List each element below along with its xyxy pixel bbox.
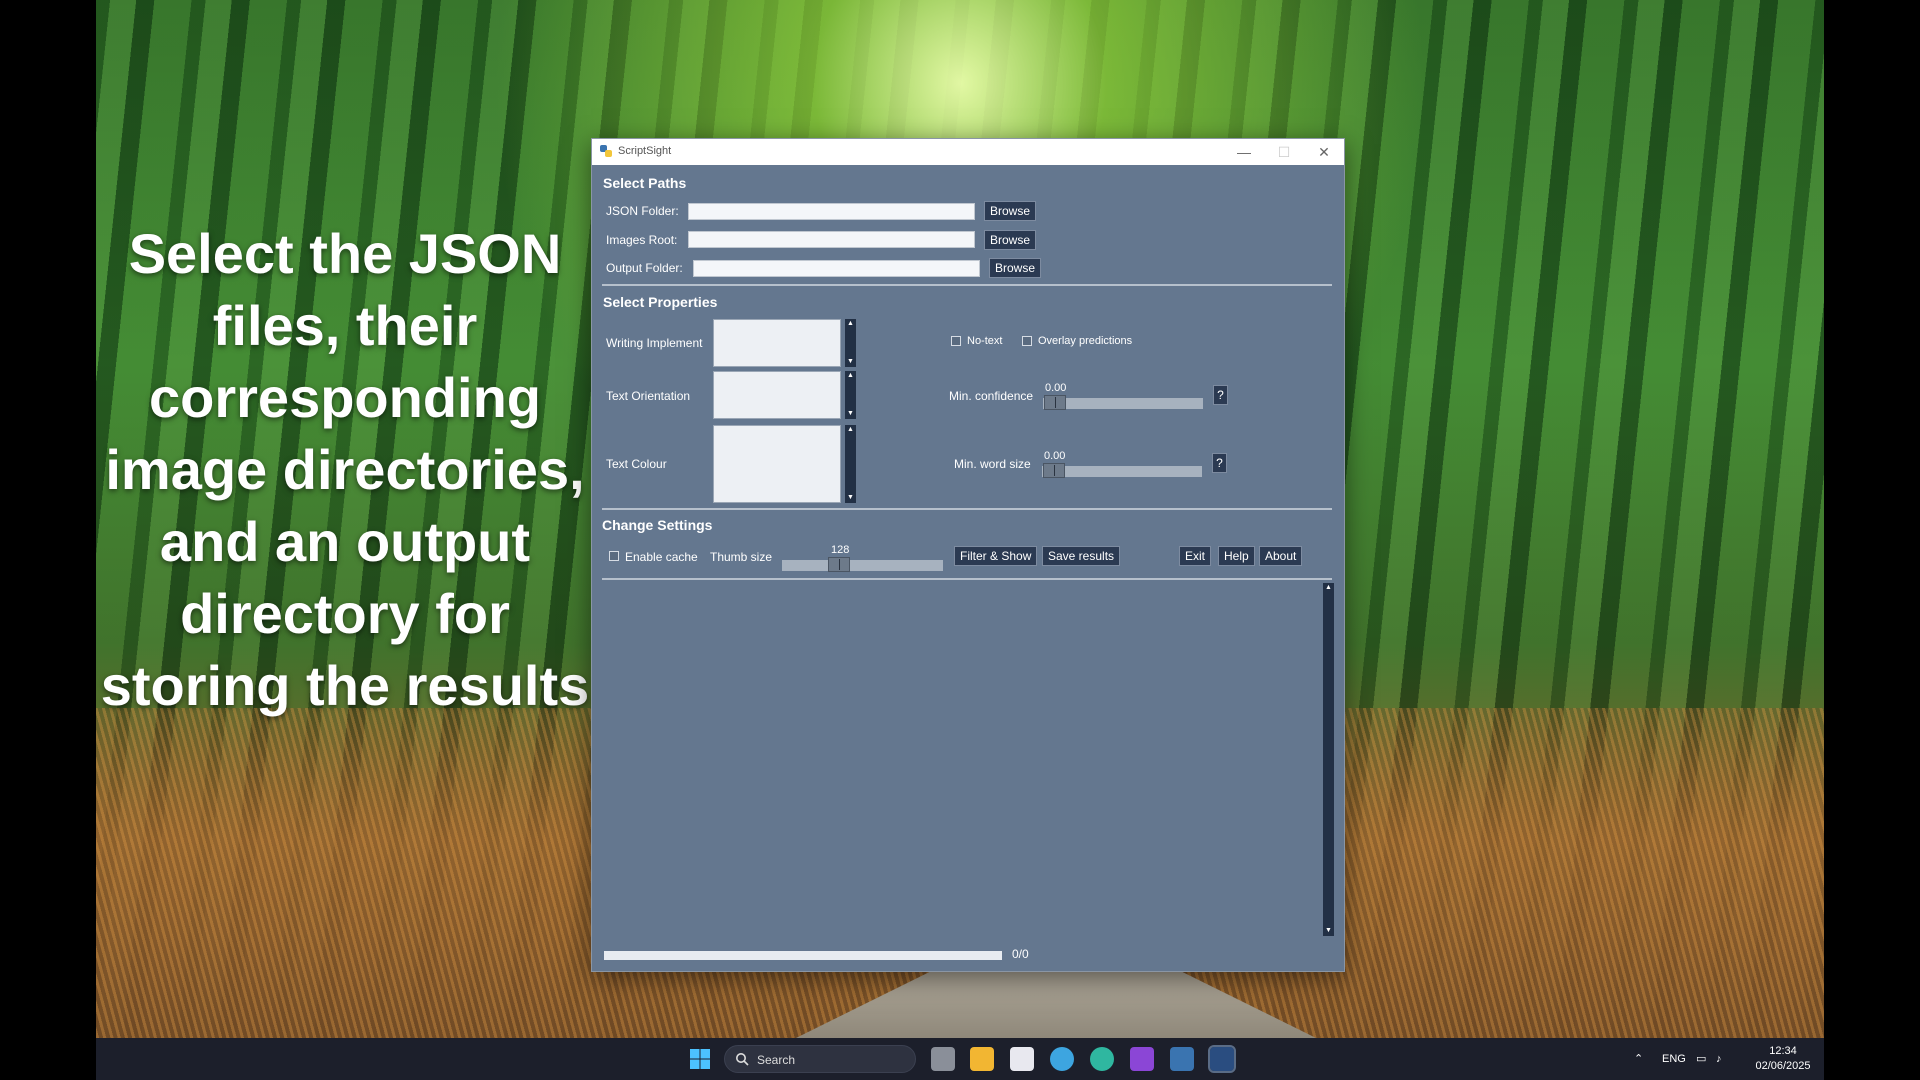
- no-text-checkbox[interactable]: [951, 336, 961, 346]
- tutorial-caption: Select the JSON files, their correspondi…: [100, 222, 590, 717]
- scroll-down-icon[interactable]: ▼: [1323, 926, 1334, 936]
- writing-implement-listbox[interactable]: [713, 319, 841, 367]
- scroll-up-icon[interactable]: ▲: [845, 425, 856, 435]
- scroll-up-icon[interactable]: ▲: [845, 371, 856, 381]
- json-browse-button[interactable]: Browse: [984, 201, 1037, 221]
- results-canvas[interactable]: [604, 583, 1324, 936]
- separator: [602, 284, 1332, 286]
- json-folder-label: JSON Folder:: [606, 204, 679, 218]
- thumb-size-slider[interactable]: [782, 557, 943, 572]
- window-title: ScriptSight: [618, 145, 672, 157]
- taskbar: Search ⌃ ENG ▭ ♪ 12:34 02/06/2025: [96, 1038, 1824, 1080]
- separator: [602, 578, 1332, 580]
- clock-date: 02/06/2025: [1755, 1060, 1811, 1072]
- close-button[interactable]: ✕: [1304, 139, 1344, 165]
- scroll-up-icon[interactable]: ▲: [1323, 583, 1334, 593]
- text-orientation-scrollbar[interactable]: ▲ ▼: [845, 371, 856, 419]
- python-logo-icon: [600, 145, 612, 157]
- scriptsight-window: ScriptSight — ☐ ✕ Select Paths JSON Fold…: [591, 138, 1345, 972]
- file-explorer-icon[interactable]: [970, 1047, 994, 1071]
- help-button[interactable]: Help: [1218, 546, 1255, 566]
- filter-show-button[interactable]: Filter & Show: [954, 546, 1038, 566]
- language-indicator[interactable]: ENG: [1662, 1038, 1686, 1080]
- separator: [602, 508, 1332, 510]
- scroll-up-icon[interactable]: ▲: [845, 319, 856, 329]
- min-confidence-help-button[interactable]: ?: [1213, 385, 1228, 405]
- min-word-size-help-button[interactable]: ?: [1212, 453, 1227, 473]
- enable-cache-label: Enable cache: [625, 550, 698, 564]
- scroll-down-icon[interactable]: ▼: [845, 357, 856, 367]
- progress-bar: [604, 951, 1002, 960]
- taskbar-clock[interactable]: 12:34 02/06/2025: [1748, 1044, 1818, 1074]
- json-folder-input[interactable]: [688, 203, 975, 220]
- store-icon[interactable]: [1010, 1047, 1034, 1071]
- change-settings-heading: Change Settings: [602, 517, 713, 533]
- min-confidence-label: Min. confidence: [949, 389, 1034, 403]
- thumb-size-value: 128: [831, 544, 850, 556]
- network-icon[interactable]: ▭: [1696, 1038, 1706, 1080]
- minimize-button[interactable]: —: [1224, 139, 1264, 165]
- output-browse-button[interactable]: Browse: [989, 258, 1042, 278]
- images-browse-button[interactable]: Browse: [984, 230, 1037, 250]
- min-word-size-label: Min. word size: [954, 457, 1031, 471]
- writing-implement-scrollbar[interactable]: ▲ ▼: [845, 319, 856, 367]
- search-icon: [736, 1053, 749, 1066]
- images-root-label: Images Root:: [606, 233, 678, 247]
- overlay-predictions-checkbox[interactable]: [1022, 336, 1032, 346]
- volume-icon[interactable]: ♪: [1716, 1038, 1722, 1080]
- images-root-input[interactable]: [688, 231, 975, 248]
- slider-thumb[interactable]: [828, 557, 850, 572]
- min-confidence-value: 0.00: [1045, 382, 1067, 394]
- text-colour-listbox[interactable]: [713, 425, 841, 503]
- scroll-down-icon[interactable]: ▼: [845, 409, 856, 419]
- no-text-label: No-text: [967, 335, 1003, 347]
- min-word-size-value: 0.00: [1044, 450, 1066, 462]
- output-folder-input[interactable]: [693, 260, 980, 277]
- scroll-down-icon[interactable]: ▼: [845, 493, 856, 503]
- overlay-predictions-label: Overlay predictions: [1038, 335, 1133, 347]
- select-paths-heading: Select Paths: [603, 175, 687, 191]
- progress-text: 0/0: [1012, 947, 1029, 961]
- slider-thumb[interactable]: [1044, 395, 1066, 410]
- chevron-up-icon[interactable]: ⌃: [1634, 1038, 1643, 1080]
- terminal-icon[interactable]: [1130, 1047, 1154, 1071]
- windows-start-icon[interactable]: [690, 1049, 710, 1069]
- maximize-button[interactable]: ☐: [1264, 139, 1304, 165]
- output-folder-label: Output Folder:: [606, 261, 683, 275]
- taskbar-search-box[interactable]: Search: [724, 1045, 916, 1073]
- about-button[interactable]: About: [1259, 546, 1303, 566]
- edge-icon[interactable]: [1090, 1047, 1114, 1071]
- exit-button[interactable]: Exit: [1179, 546, 1212, 566]
- scriptsight-app-icon[interactable]: [1208, 1045, 1236, 1073]
- min-word-size-slider[interactable]: [1042, 463, 1202, 478]
- photos-icon[interactable]: [1050, 1047, 1074, 1071]
- text-colour-label: Text Colour: [606, 457, 667, 471]
- save-results-button[interactable]: Save results: [1042, 546, 1121, 566]
- thumb-size-label: Thumb size: [710, 550, 773, 564]
- slider-thumb[interactable]: [1043, 463, 1065, 478]
- search-label: Search: [757, 1053, 796, 1067]
- clock-time: 12:34: [1769, 1045, 1797, 1057]
- text-colour-scrollbar[interactable]: ▲ ▼: [845, 425, 856, 503]
- enable-cache-checkbox[interactable]: [609, 551, 619, 561]
- text-orientation-label: Text Orientation: [606, 389, 691, 403]
- select-properties-heading: Select Properties: [603, 294, 718, 310]
- results-scrollbar[interactable]: ▲ ▼: [1323, 583, 1334, 936]
- title-bar[interactable]: ScriptSight — ☐ ✕: [592, 139, 1344, 165]
- writing-implement-label: Writing Implement: [606, 336, 703, 350]
- text-orientation-listbox[interactable]: [713, 371, 841, 419]
- python-icon[interactable]: [1170, 1047, 1194, 1071]
- task-view-icon[interactable]: [931, 1047, 955, 1071]
- min-confidence-slider[interactable]: [1043, 395, 1203, 410]
